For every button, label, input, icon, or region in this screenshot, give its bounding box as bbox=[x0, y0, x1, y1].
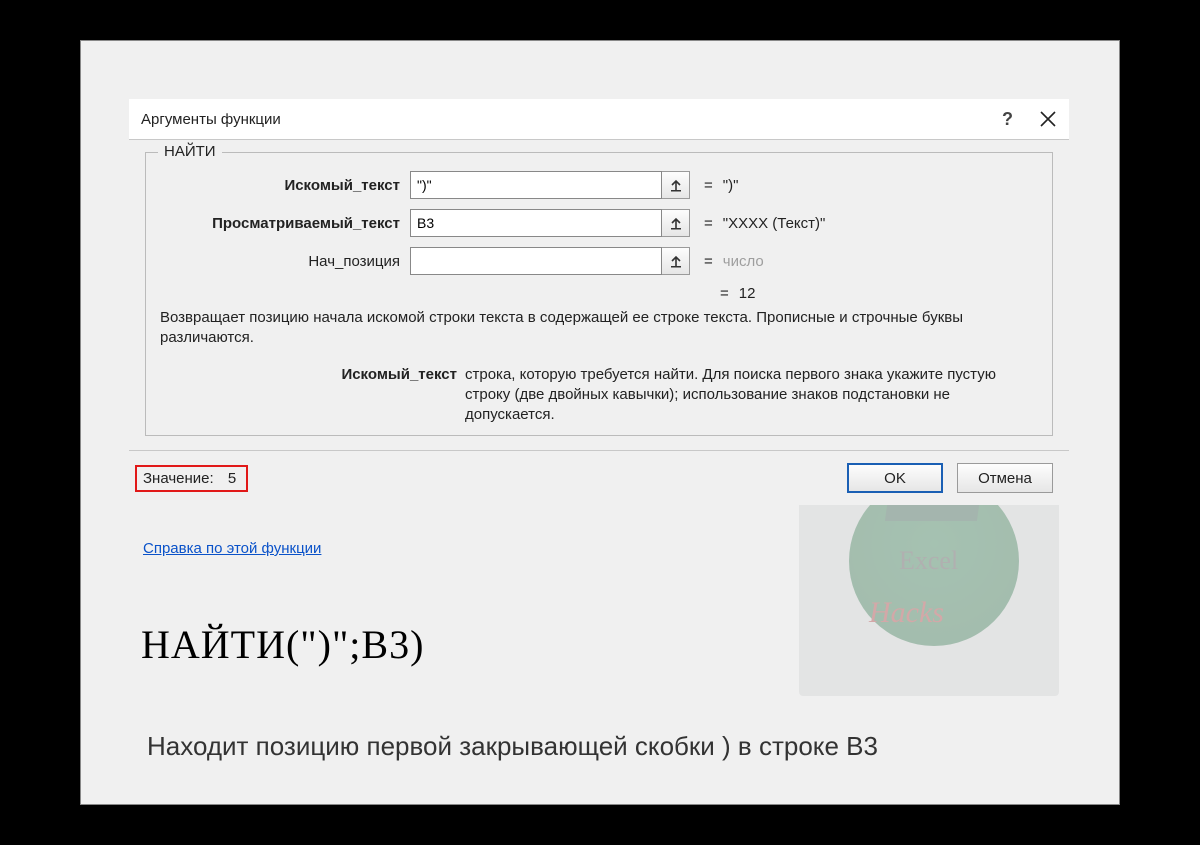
result-value: 5 bbox=[228, 470, 236, 487]
argument-row: Просматриваемый_текст ="XXXX (Текст)" bbox=[160, 209, 1038, 237]
ok-button[interactable]: OK bbox=[847, 463, 943, 493]
help-icon[interactable]: ? bbox=[1002, 109, 1013, 130]
parameter-name: Искомый_текст bbox=[160, 365, 465, 426]
dialog-title: Аргументы функции bbox=[141, 111, 281, 128]
argument-label: Искомый_текст bbox=[160, 177, 410, 194]
argument-label: Нач_позиция bbox=[160, 253, 410, 270]
help-link[interactable]: Справка по этой функции bbox=[143, 540, 321, 557]
result-label: Значение: bbox=[143, 470, 214, 487]
function-description: Возвращает позицию начала искомой строки… bbox=[160, 308, 1038, 349]
cancel-button[interactable]: Отмена bbox=[957, 463, 1053, 493]
parameter-hint-text: строка, которую требуется найти. Для пои… bbox=[465, 365, 1038, 426]
parameter-hint: Искомый_текст строка, которую требуется … bbox=[160, 365, 1038, 426]
argument-row: Искомый_текст =")" bbox=[160, 171, 1038, 199]
function-name: НАЙТИ bbox=[158, 143, 222, 160]
overall-result: =12 bbox=[160, 285, 1038, 302]
argument-label: Просматриваемый_текст bbox=[160, 215, 410, 232]
close-icon[interactable] bbox=[1039, 110, 1057, 128]
watermark-line1: Excel bbox=[899, 546, 958, 576]
caption-annotation: Находит позицию первой закрывающей скобк… bbox=[147, 731, 878, 762]
argument-result: =")" bbox=[690, 177, 1038, 194]
watermark-line2: Hacks bbox=[869, 596, 944, 630]
argument-input-start-num[interactable] bbox=[410, 247, 662, 275]
range-selector-button[interactable] bbox=[662, 171, 690, 199]
formula-annotation: НАЙТИ(")";B3) bbox=[141, 621, 424, 668]
argument-input-find-text[interactable] bbox=[410, 171, 662, 199]
dialog-titlebar[interactable]: Аргументы функции ? bbox=[129, 99, 1069, 139]
range-selector-button[interactable] bbox=[662, 209, 690, 237]
function-fieldset: НАЙТИ Искомый_текст =")" Просматриваемый… bbox=[145, 152, 1053, 436]
result-value-highlight: Значение: 5 bbox=[135, 465, 248, 492]
argument-row: Нач_позиция =число bbox=[160, 247, 1038, 275]
function-arguments-dialog: Аргументы функции ? НАЙТИ Искомый_текст bbox=[129, 99, 1069, 505]
argument-result: =число bbox=[690, 253, 1038, 270]
range-selector-button[interactable] bbox=[662, 247, 690, 275]
argument-input-within-text[interactable] bbox=[410, 209, 662, 237]
argument-result: ="XXXX (Текст)" bbox=[690, 215, 1038, 232]
